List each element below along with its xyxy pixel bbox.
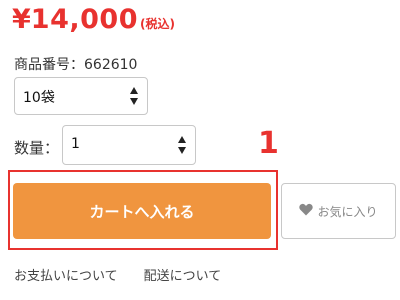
step-number: 1 bbox=[258, 126, 279, 161]
quantity-select[interactable]: 1 bbox=[62, 125, 196, 165]
price: ¥14,000 (税込) bbox=[12, 4, 175, 35]
shipping-info-link[interactable]: 配送について bbox=[144, 269, 222, 284]
quantity-label: 数量： bbox=[14, 139, 60, 157]
price-currency: ¥ bbox=[12, 4, 31, 35]
add-to-cart-button[interactable]: カートへ入れる bbox=[13, 183, 271, 239]
favorite-button[interactable]: お気に入り bbox=[281, 183, 396, 239]
variant-select-value: 10袋 bbox=[23, 90, 55, 106]
payment-info-link[interactable]: お支払いについて bbox=[14, 269, 118, 284]
product-number: 商品番号：662610 bbox=[14, 57, 138, 73]
up-down-arrows-icon bbox=[177, 135, 187, 155]
quantity-select-value: 1 bbox=[71, 136, 80, 152]
info-links: お支払いについて 配送について bbox=[14, 265, 247, 284]
variant-select[interactable]: 10袋 bbox=[14, 77, 148, 115]
tax-note: (税込) bbox=[140, 17, 175, 31]
favorite-label: お気に入り bbox=[317, 204, 378, 219]
price-amount: 14,000 bbox=[30, 4, 138, 35]
heart-icon bbox=[299, 203, 314, 219]
up-down-arrows-icon bbox=[129, 86, 139, 106]
